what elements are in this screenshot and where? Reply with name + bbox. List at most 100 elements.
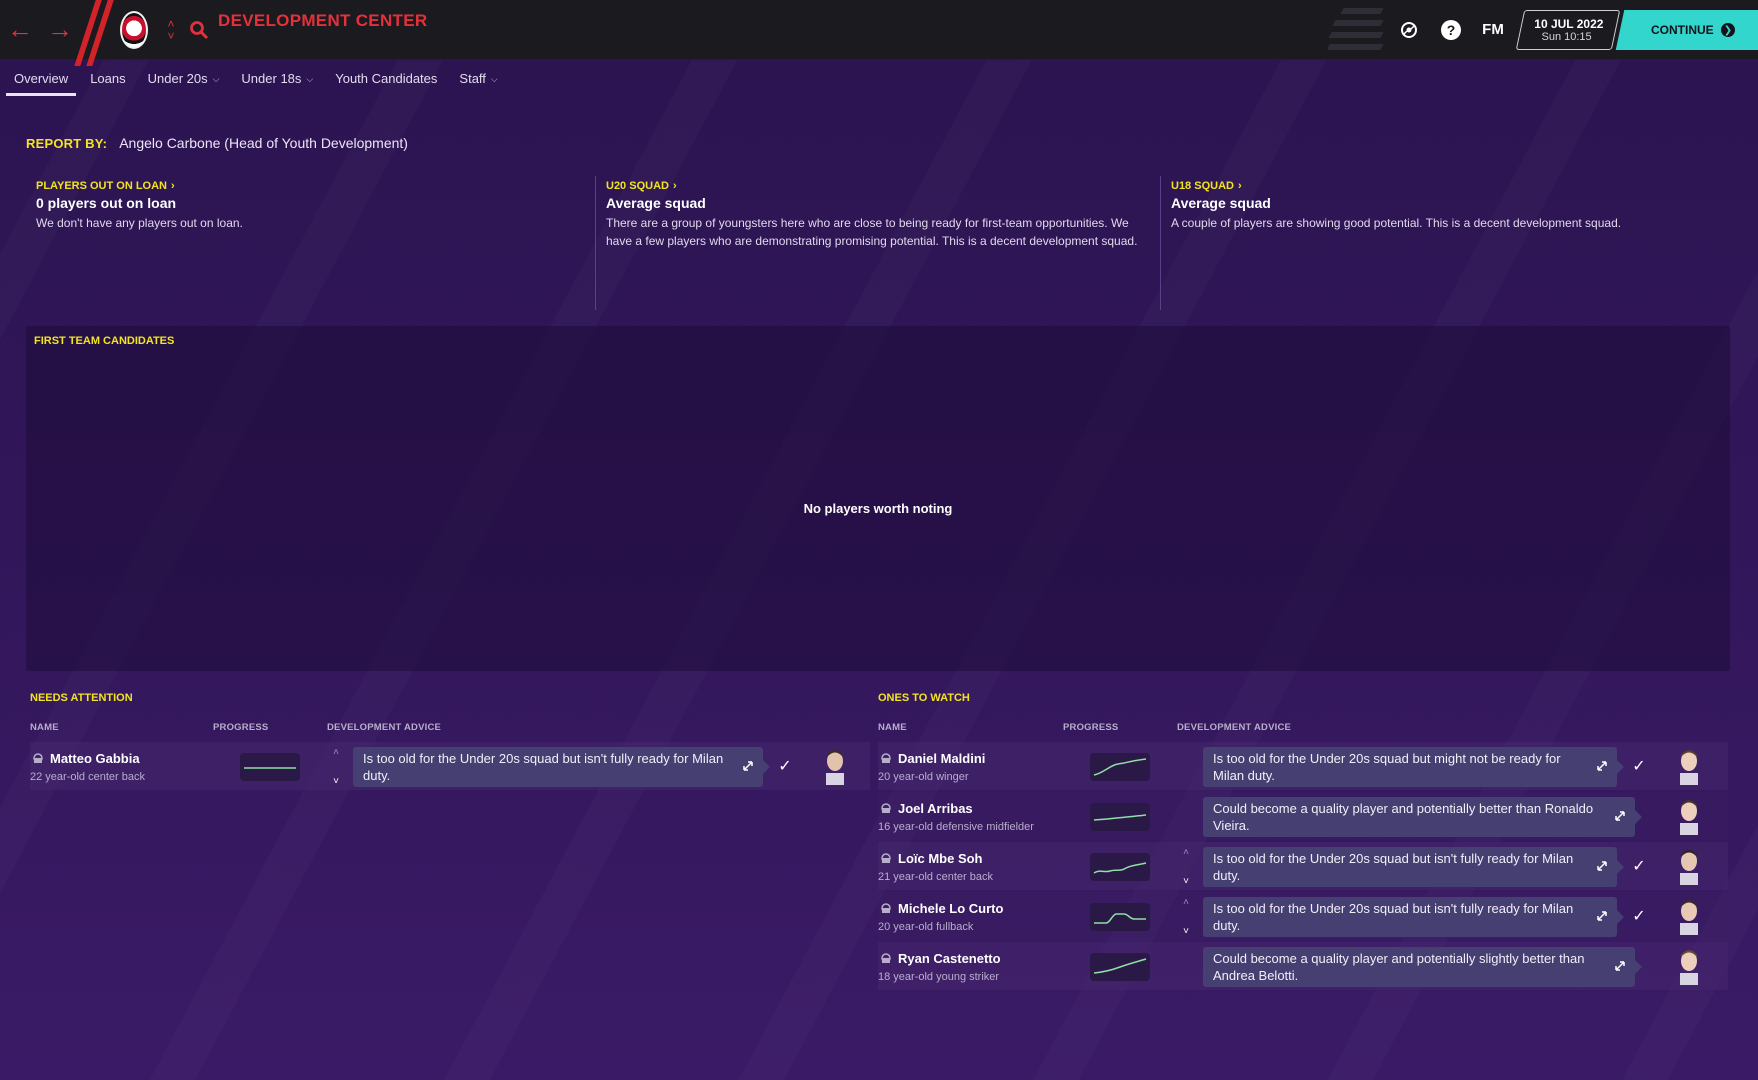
player-description: 20 year-old fullback xyxy=(878,921,974,933)
first-team-candidates-panel: FIRST TEAM CANDIDATES No players worth n… xyxy=(26,326,1730,671)
chevron-down-icon: ⌵ xyxy=(490,73,498,84)
time-text: Sun 10:15 xyxy=(1541,30,1592,43)
table-row[interactable]: Michele Lo Curto 20 year-old fullback ˄ ˅… xyxy=(878,892,1728,940)
summary-loans-text: We don't have any players out on loan. xyxy=(36,216,243,230)
ones-to-watch-column-headers: NAME PROGRESS DEVELOPMENT ADVICE xyxy=(878,722,1728,736)
player-name[interactable]: Ryan Castenetto xyxy=(898,951,1001,966)
tab-bar: Overview Loans Under 20s ⌵ Under 18s ⌵ You… xyxy=(6,60,512,96)
tab-overview[interactable]: Overview xyxy=(6,60,77,96)
summary-u20: U20 SQUAD › Average squad There are a gro… xyxy=(595,176,1160,310)
decorative-slash xyxy=(80,0,110,59)
tab-loans[interactable]: Loans xyxy=(82,60,133,96)
summary-u18-text: A couple of players are showing good pot… xyxy=(1171,216,1622,230)
player-icon xyxy=(881,803,891,813)
needs-attention-heading: NEEDS ATTENTION xyxy=(30,692,133,704)
table-row[interactable]: Matteo Gabbia 22 year-old center back ˄ ˅… xyxy=(30,742,870,790)
column-header-progress[interactable]: PROGRESS xyxy=(213,722,268,733)
summary-columns: PLAYERS OUT ON LOAN › 0 players out on lo… xyxy=(26,176,1690,310)
progress-sparkline[interactable] xyxy=(240,753,300,781)
club-switch-arrows[interactable]: ˄ ˅ xyxy=(156,0,186,59)
table-row[interactable]: Loïc Mbe Soh 21 year-old center back ˄ ˅ … xyxy=(878,842,1728,890)
continue-button[interactable]: CONTINUE ❯ xyxy=(1615,9,1758,50)
player-icon xyxy=(881,753,891,763)
player-face-icon xyxy=(1680,950,1698,985)
progress-sparkline[interactable] xyxy=(1090,953,1150,981)
back-arrow-icon[interactable]: ← xyxy=(0,0,40,59)
column-header-advice[interactable]: DEVELOPMENT ADVICE xyxy=(1177,722,1291,733)
tab-under-20s[interactable]: Under 20s ⌵ xyxy=(140,60,228,96)
player-name[interactable]: Daniel Maldini xyxy=(898,751,985,766)
player-face-icon xyxy=(826,750,844,785)
development-advice[interactable]: Is too old for the Under 20s squad but m… xyxy=(1203,747,1624,787)
report-by-name[interactable]: Angelo Carbone (Head of Youth Developmen… xyxy=(119,135,408,151)
column-header-advice[interactable]: DEVELOPMENT ADVICE xyxy=(327,722,441,733)
player-name[interactable]: Matteo Gabbia xyxy=(50,751,140,766)
check-icon[interactable]: ✓ xyxy=(776,756,794,775)
player-face-icon xyxy=(1680,800,1698,835)
chevron-right-icon: › xyxy=(171,180,175,192)
summary-u20-link[interactable]: U20 SQUAD › xyxy=(606,180,1150,192)
forward-arrow-icon[interactable]: → xyxy=(40,0,80,59)
club-badge-icon[interactable] xyxy=(120,10,148,49)
date-display[interactable]: 10 JUL 2022 Sun 10:15 xyxy=(1515,9,1621,50)
summary-u20-title: Average squad xyxy=(606,195,706,211)
search-icon[interactable] xyxy=(186,0,212,59)
needs-attention-column-headers: NAME PROGRESS DEVELOPMENT ADVICE xyxy=(30,722,870,736)
development-advice[interactable]: Is too old for the Under 20s squad but i… xyxy=(1203,897,1624,937)
expand-icon[interactable] xyxy=(1595,909,1609,923)
table-row[interactable]: Joel Arribas 16 year-old defensive midfi… xyxy=(878,792,1728,840)
player-face-icon xyxy=(1680,850,1698,885)
player-name[interactable]: Joel Arribas xyxy=(898,801,973,816)
check-icon[interactable]: ✓ xyxy=(1630,856,1648,875)
player-description: 16 year-old defensive midfielder xyxy=(878,821,1034,833)
player-description: 20 year-old winger xyxy=(878,771,969,783)
reorder-arrows[interactable]: ˄ ˅ xyxy=(1179,897,1193,937)
player-name[interactable]: Michele Lo Curto xyxy=(898,901,1003,916)
expand-icon[interactable] xyxy=(1613,959,1627,973)
player-name[interactable]: Loïc Mbe Soh xyxy=(898,851,983,866)
reorder-arrows[interactable]: ˄ ˅ xyxy=(329,747,343,787)
player-icon xyxy=(881,953,891,963)
expand-icon[interactable] xyxy=(741,759,755,773)
tab-under-18s[interactable]: Under 18s ⌵ xyxy=(233,60,321,96)
column-header-progress[interactable]: PROGRESS xyxy=(1063,722,1118,733)
check-icon[interactable]: ✓ xyxy=(1630,756,1648,775)
player-description: 18 year-old young striker xyxy=(878,971,1000,983)
chevron-down-icon: ⌵ xyxy=(212,73,220,84)
chevron-down-icon: ⌵ xyxy=(306,73,314,84)
column-header-name[interactable]: NAME xyxy=(878,722,907,733)
expand-icon[interactable] xyxy=(1595,859,1609,873)
expand-icon[interactable] xyxy=(1595,759,1609,773)
summary-u18-link[interactable]: U18 SQUAD › xyxy=(1171,180,1680,192)
first-team-empty-text: No players worth noting xyxy=(803,501,953,516)
development-advice[interactable]: Is too old for the Under 20s squad but i… xyxy=(1203,847,1624,887)
progress-sparkline[interactable] xyxy=(1090,903,1150,931)
progress-sparkline[interactable] xyxy=(1090,753,1150,781)
summary-u18: U18 SQUAD › Average squad A couple of pla… xyxy=(1160,176,1690,310)
progress-sparkline[interactable] xyxy=(1090,853,1150,881)
help-icon[interactable]: ? xyxy=(1430,0,1472,59)
player-description: 21 year-old center back xyxy=(878,871,993,883)
column-header-name[interactable]: NAME xyxy=(30,722,59,733)
development-advice[interactable]: Could become a quality player and potent… xyxy=(1203,947,1642,987)
player-icon xyxy=(881,853,891,863)
table-row[interactable]: Daniel Maldini 20 year-old winger Is too… xyxy=(878,742,1728,790)
tab-youth-candidates[interactable]: Youth Candidates xyxy=(327,60,445,96)
expand-icon[interactable] xyxy=(1613,809,1627,823)
network-icon[interactable] xyxy=(1388,0,1430,59)
development-advice[interactable]: Could become a quality player and potent… xyxy=(1203,797,1642,837)
report-by: REPORT BY: Angelo Carbone (Head of Youth… xyxy=(26,135,408,151)
development-advice[interactable]: Is too old for the Under 20s squad but i… xyxy=(353,747,770,787)
report-by-label: REPORT BY: xyxy=(26,135,108,151)
progress-sparkline[interactable] xyxy=(1090,803,1150,831)
player-face-icon xyxy=(1680,900,1698,935)
fm-logo[interactable]: FM xyxy=(1472,21,1514,38)
chevron-right-icon: › xyxy=(672,180,677,192)
table-row[interactable]: Ryan Castenetto 18 year-old young strike… xyxy=(878,942,1728,990)
date-text: 10 JUL 2022 xyxy=(1534,16,1604,31)
ones-to-watch-heading: ONES TO WATCH xyxy=(878,692,970,704)
check-icon[interactable]: ✓ xyxy=(1630,906,1648,925)
summary-loans-link[interactable]: PLAYERS OUT ON LOAN › xyxy=(36,180,585,192)
reorder-arrows[interactable]: ˄ ˅ xyxy=(1179,847,1193,887)
tab-staff[interactable]: Staff ⌵ xyxy=(451,60,505,96)
